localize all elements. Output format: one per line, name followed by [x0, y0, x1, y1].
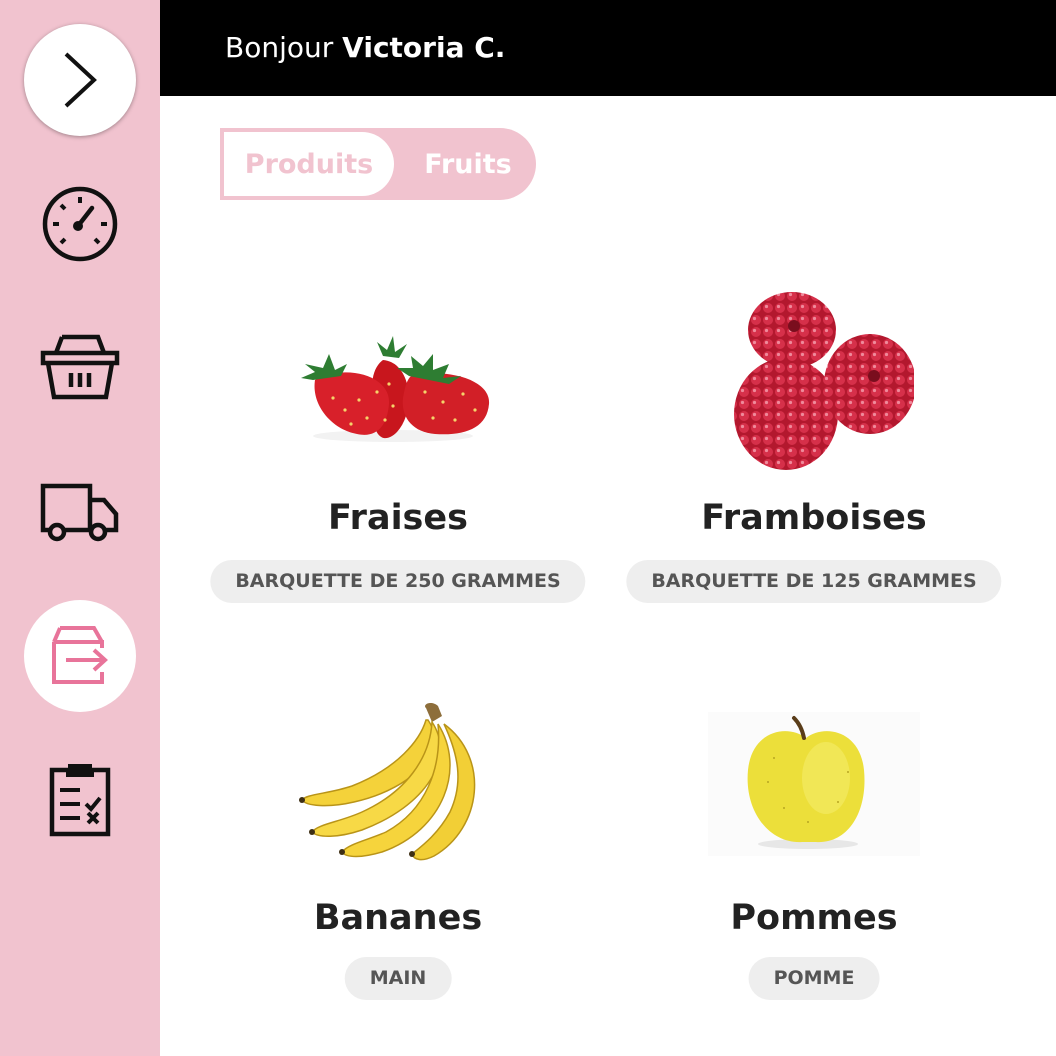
expand-sidebar-button[interactable] — [24, 24, 136, 136]
sidebar-item-checklist[interactable] — [24, 744, 136, 856]
breadcrumb: Produits Fruits — [220, 128, 536, 200]
product-card-fraises[interactable]: Fraises BARQUETTE DE 250 GRAMMES — [198, 290, 598, 610]
breadcrumb-products[interactable]: Produits — [224, 132, 394, 196]
sidebar-item-dashboard[interactable] — [24, 168, 136, 280]
product-unit-badge: BARQUETTE DE 250 GRAMMES — [210, 560, 586, 603]
sidebar-item-delivery[interactable] — [24, 456, 136, 568]
user-name: Victoria C. — [342, 31, 506, 64]
sidebar — [0, 0, 160, 1056]
checklist-clipboard-icon — [49, 764, 111, 837]
basket-icon — [40, 334, 120, 400]
product-unit-badge: POMME — [748, 957, 880, 1000]
top-header: Bonjour Victoria C. — [160, 0, 1056, 96]
product-unit-badge: MAIN — [344, 957, 452, 1000]
sidebar-item-export[interactable] — [24, 600, 136, 712]
box-export-icon — [52, 626, 108, 684]
apple-image — [708, 712, 920, 856]
product-card-framboises[interactable]: Framboises BARQUETTE DE 125 GRAMMES — [614, 290, 1014, 610]
dashboard-gauge-icon — [42, 186, 118, 262]
product-card-bananes[interactable]: Bananes MAIN — [198, 692, 598, 1012]
strawberries-image — [301, 336, 490, 442]
raspberries-image — [734, 292, 914, 470]
product-name: Fraises — [328, 498, 468, 538]
greeting: Bonjour Victoria C. — [225, 30, 505, 66]
product-name: Bananes — [313, 898, 483, 938]
greeting-text: Bonjour — [225, 31, 334, 64]
product-name: Framboises — [701, 498, 927, 538]
delivery-truck-icon — [40, 483, 119, 542]
breadcrumb-fruits: Fruits — [424, 148, 512, 180]
product-name: Pommes — [730, 898, 898, 938]
sidebar-item-basket[interactable] — [24, 312, 136, 424]
bananas-image — [299, 702, 476, 861]
chevron-right-icon — [64, 52, 97, 108]
product-card-pommes[interactable]: Pommes POMME — [614, 692, 1014, 1012]
product-unit-badge: BARQUETTE DE 125 GRAMMES — [626, 560, 1002, 603]
